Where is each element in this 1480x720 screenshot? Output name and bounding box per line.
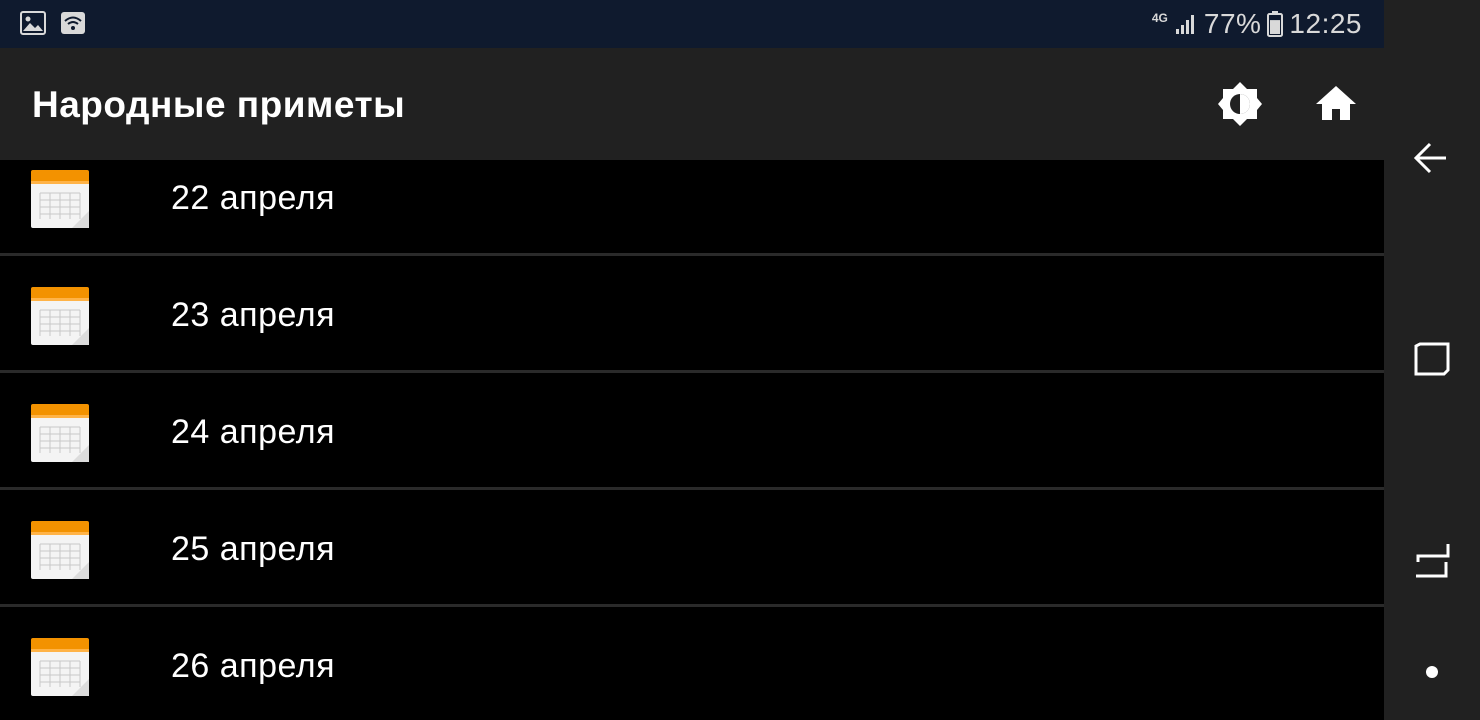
nav-back-button[interactable] [1406,132,1458,184]
home-dot-icon [1426,666,1438,678]
gallery-icon [20,11,46,35]
list-item[interactable]: 23 апреля [0,259,1384,373]
navigation-bar [1384,0,1480,720]
list-item[interactable]: 24 апреля [0,376,1384,490]
calendar-icon [31,287,89,345]
status-right-group: 4G 77% 12:25 [1152,0,1362,48]
list-item-label: 22 апреля [171,179,336,217]
signal-icon [1175,15,1194,34]
list-item[interactable]: 25 апреля [0,493,1384,607]
network-type: 4G [1151,11,1168,25]
list-item-label: 24 апреля [171,413,336,451]
list-item[interactable]: 22 апреля [0,160,1384,256]
back-icon [1413,142,1446,174]
status-bar: 4G 77% 12:25 [0,0,1384,48]
calendar-icon [31,170,89,228]
list-item[interactable]: 26 апреля [0,610,1384,720]
app-bar: Народные приметы [0,48,1384,160]
home-icon [1316,86,1356,120]
status-left-icons [20,11,86,35]
battery-icon [1267,11,1284,37]
nav-recents-button[interactable] [1406,536,1458,588]
divider [0,370,1384,373]
list-item-label: 23 апреля [171,296,336,334]
nav-home-button[interactable] [1406,646,1458,698]
recents-icon [1416,544,1450,578]
date-list: 22 апреля 23 апреля 24 апреля 25 апреля … [0,160,1384,720]
list-item-label: 26 апреля [171,647,336,685]
overview-icon [1414,342,1450,376]
brightness-icon [1218,82,1262,126]
divider [0,487,1384,490]
battery-percent: 77% [1203,8,1262,39]
list-item-label: 25 апреля [171,530,336,568]
home-button[interactable] [1312,80,1360,128]
page-title: Народные приметы [32,84,406,125]
theme-toggle-button[interactable] [1216,80,1264,128]
wifi-icon [61,12,85,34]
nav-overview-button[interactable] [1406,334,1458,386]
divider [0,604,1384,607]
divider [0,253,1384,256]
calendar-icon [31,521,89,579]
clock: 12:25 [1289,8,1362,39]
calendar-icon [31,404,89,462]
calendar-icon [31,638,89,696]
